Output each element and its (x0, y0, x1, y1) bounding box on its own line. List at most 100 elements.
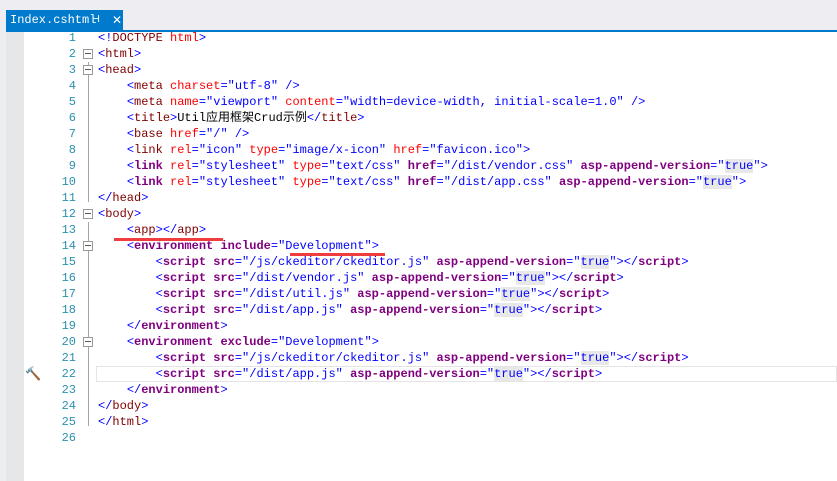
collapse-icon[interactable] (83, 241, 93, 251)
code-token: " (573, 351, 581, 365)
collapse-icon[interactable] (83, 65, 93, 75)
code-line[interactable]: 10 <link rel="stylesheet" type="text/css… (24, 174, 837, 190)
code-text: </html> (98, 414, 148, 430)
code-token: environment (141, 319, 221, 333)
code-text: </head> (98, 190, 148, 206)
tab-index-cshtml[interactable]: Index.cshtml ⊣ ✕ (6, 10, 123, 30)
code-token: asp-append-version (371, 271, 502, 285)
collapse-icon[interactable] (83, 209, 93, 219)
code-line[interactable]: 16 <script src="/dist/vendor.js" asp-app… (24, 270, 837, 286)
code-token: app (177, 223, 199, 237)
code-line[interactable]: 15 <script src="/js/ckeditor/ckeditor.js… (24, 254, 837, 270)
line-number: 9 (68, 159, 76, 173)
code-line[interactable]: 18 <script src="/dist/app.js" asp-append… (24, 302, 837, 318)
code-token: environment (134, 239, 214, 253)
code-token: "text/css" (328, 159, 401, 173)
code-line[interactable]: 11 </head> (24, 190, 837, 206)
code-line[interactable]: 12 <body> (24, 206, 837, 222)
code-line[interactable]: 23 </environment> (24, 382, 837, 398)
code-token: href (393, 143, 423, 157)
line-number: 1 (68, 31, 76, 45)
code-token: script (638, 255, 682, 269)
code-token: = (688, 175, 696, 189)
code-line[interactable]: 20 <environment exclude="Development"> (24, 334, 837, 350)
code-token: "image/x-icon" (285, 143, 387, 157)
code-text: <link rel="stylesheet" type="text/css" h… (98, 158, 768, 174)
code-token: content (285, 95, 336, 109)
code-token: html (170, 31, 199, 45)
code-line[interactable]: 13 <app></app> (24, 222, 837, 238)
line-number: 16 (61, 271, 76, 285)
code-line[interactable]: 3 <head> (24, 62, 837, 78)
code-line[interactable]: 5 <meta name="viewport" content="width=d… (24, 94, 837, 110)
code-token: < (155, 287, 163, 301)
code-text: <script src="/dist/vendor.js" asp-append… (98, 270, 624, 286)
code-line[interactable]: 2 <html> (24, 46, 837, 62)
code-token: > (681, 351, 689, 365)
code-token: script (638, 351, 682, 365)
code-token: = (436, 159, 444, 173)
code-line[interactable]: 26 (24, 430, 837, 446)
code-line[interactable]: 9 <link rel="stylesheet" type="text/css"… (24, 158, 837, 174)
code-token: script (551, 303, 595, 317)
code-line[interactable]: 17 <script src="/dist/util.js" asp-appen… (24, 286, 837, 302)
code-token: < (126, 175, 135, 189)
code-token: " (609, 351, 617, 365)
code-token: "/dist/app.css" (443, 175, 552, 189)
code-token: "/dist/app.js" (242, 303, 343, 317)
code-token: > (141, 399, 149, 413)
code-token: "/dist/util.js" (242, 287, 351, 301)
code-token: > (134, 47, 142, 61)
code-token: src (213, 271, 235, 285)
code-token: = (191, 159, 199, 173)
code-token: script (162, 255, 207, 269)
code-token: </ (98, 191, 113, 205)
code-text: <script src="/dist/app.js" asp-append-ve… (98, 302, 602, 318)
code-token: = (234, 271, 243, 285)
code-line[interactable]: 6 <title>Util应用框架Crud示例</title> (24, 110, 837, 126)
code-text: <link rel="icon" type="image/x-icon" hre… (98, 142, 530, 158)
code-line[interactable]: 21 <script src="/js/ckeditor/ckeditor.js… (24, 350, 837, 366)
code-token: "/js/ckeditor/ckeditor.js" (242, 255, 430, 269)
code-token: ></ (530, 303, 552, 317)
pin-icon[interactable]: ⊣ (93, 10, 100, 30)
code-token: "stylesheet" (198, 159, 286, 173)
line-number: 13 (61, 223, 76, 237)
code-line[interactable]: 22 <script src="/dist/app.js" asp-append… (24, 366, 837, 382)
code-token: "/js/ckeditor/ckeditor.js" (242, 351, 430, 365)
code-token: href (170, 127, 199, 141)
code-line[interactable]: 1 <!DOCTYPE html> (24, 30, 837, 46)
code-token: body (112, 399, 142, 413)
code-token: > (371, 239, 379, 253)
close-icon[interactable]: ✕ (112, 10, 122, 30)
code-text: <app></app> (98, 222, 206, 238)
code-token: true (580, 351, 610, 365)
code-text: <meta name="viewport" content="width=dev… (98, 94, 646, 110)
collapse-icon[interactable] (83, 337, 93, 347)
code-line[interactable]: 24 </body> (24, 398, 837, 414)
code-token: = (270, 239, 279, 253)
code-text: <script src="/js/ckeditor/ckeditor.js" a… (98, 254, 689, 270)
code-token: = (436, 175, 444, 189)
code-token: true (494, 303, 523, 317)
code-token: ></ (551, 271, 574, 285)
code-token: > (134, 63, 142, 77)
code-line[interactable]: 4 <meta charset="utf-8" /> (24, 78, 837, 94)
code-text: <meta charset="utf-8" /> (98, 78, 300, 94)
code-token: type (292, 159, 322, 173)
code-line[interactable]: 25 </html> (24, 414, 837, 430)
code-line[interactable]: 7 <base href="/" /> (24, 126, 837, 142)
code-token: <! (98, 31, 113, 45)
code-token: meta (134, 95, 163, 109)
code-token: html (112, 415, 142, 429)
code-line[interactable]: 8 <link rel="icon" type="image/x-icon" h… (24, 142, 837, 158)
code-token: script (162, 351, 207, 365)
code-line[interactable]: 19 </environment> (24, 318, 837, 334)
collapse-icon[interactable] (83, 49, 93, 59)
code-token: href (407, 159, 437, 173)
line-number: 5 (68, 95, 76, 109)
